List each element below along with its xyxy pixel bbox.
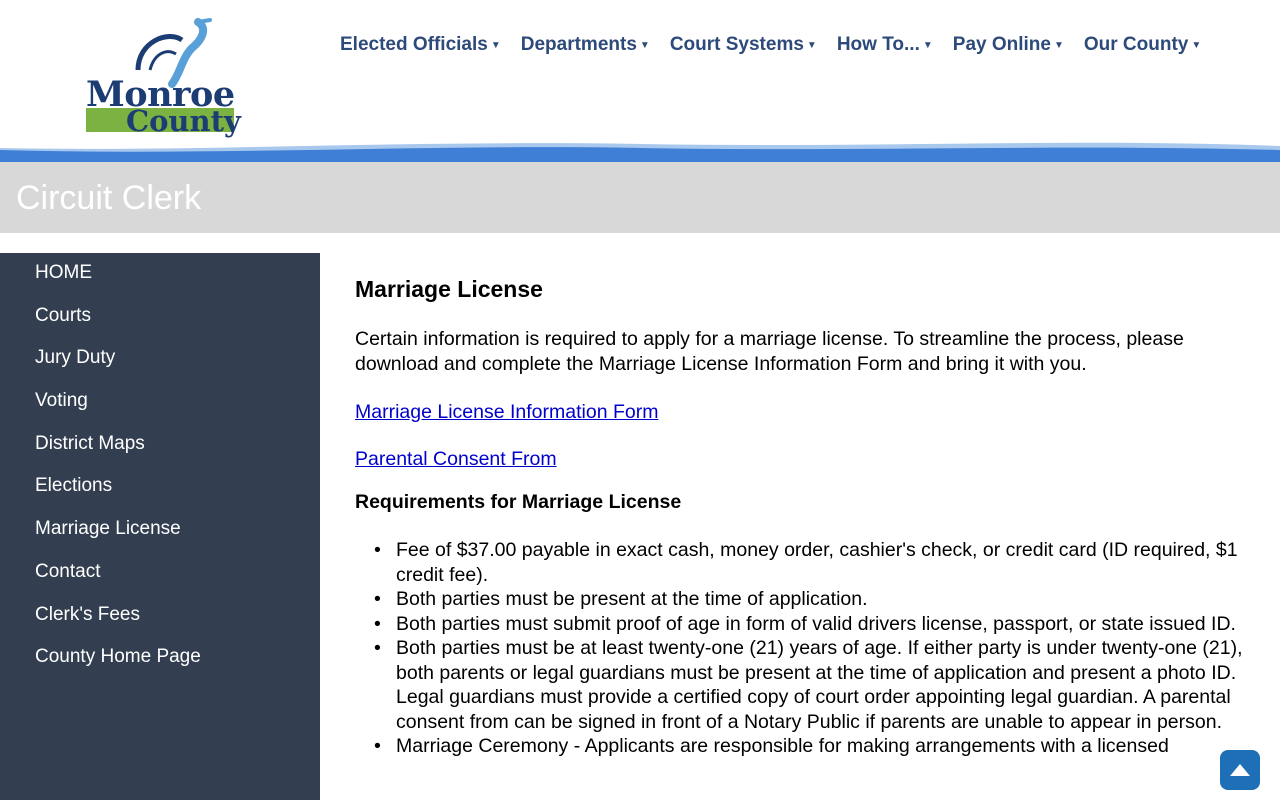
sidebar-item-marriage-license[interactable]: Marriage License <box>0 518 320 561</box>
main-content: Marriage License Certain information is … <box>355 276 1270 759</box>
nav-label: Elected Officials <box>340 34 488 55</box>
sidebar: HOME Courts Jury Duty Voting District Ma… <box>0 253 320 800</box>
nav-label: Departments <box>520 34 637 55</box>
sidebar-item-clerks-fees[interactable]: Clerk's Fees <box>0 604 320 647</box>
sidebar-item-voting[interactable]: Voting <box>0 390 320 433</box>
nav-departments[interactable]: Departments ▼ <box>521 34 650 56</box>
list-item: Fee of $37.00 payable in exact cash, mon… <box>374 538 1270 587</box>
list-item: Both parties must submit proof of age in… <box>374 612 1270 637</box>
nav-label: Our County <box>1083 34 1189 55</box>
caret-down-icon: ▼ <box>1053 39 1064 51</box>
caret-down-icon: ▼ <box>806 39 817 51</box>
nav-pay-online[interactable]: Pay Online ▼ <box>953 34 1064 56</box>
sidebar-item-jury-duty[interactable]: Jury Duty <box>0 347 320 390</box>
marriage-license-form-link[interactable]: Marriage License Information Form <box>355 401 658 424</box>
list-item: Both parties must be present at the time… <box>374 587 1270 612</box>
sidebar-item-district-maps[interactable]: District Maps <box>0 433 320 476</box>
nav-elected-officials[interactable]: Elected Officials ▼ <box>340 34 501 56</box>
arrow-up-icon <box>1230 764 1250 776</box>
caret-down-icon: ▼ <box>922 39 933 51</box>
parental-consent-link[interactable]: Parental Consent From <box>355 448 557 471</box>
list-item: Both parties must be at least twenty-one… <box>374 636 1270 734</box>
nav-our-county[interactable]: Our County ▼ <box>1084 34 1201 56</box>
header-wave <box>0 142 1280 162</box>
caret-down-icon: ▼ <box>490 39 501 51</box>
nav-label: How To... <box>836 34 920 55</box>
monroe-county-logo[interactable]: Monroe County <box>82 18 242 144</box>
sidebar-item-courts[interactable]: Courts <box>0 305 320 348</box>
nav-label: Court Systems <box>669 34 804 55</box>
scroll-to-top-button[interactable] <box>1220 750 1260 790</box>
sidebar-item-contact[interactable]: Contact <box>0 561 320 604</box>
sidebar-item-home[interactable]: HOME <box>0 262 320 305</box>
nav-label: Pay Online <box>952 34 1051 55</box>
site-header: Monroe County Elected Officials ▼ Departm… <box>0 0 1280 162</box>
page-title-bar: Circuit Clerk <box>0 162 1280 233</box>
content-heading: Marriage License <box>355 276 543 302</box>
sidebar-item-elections[interactable]: Elections <box>0 475 320 518</box>
intro-paragraph: Certain information is required to apply… <box>355 328 1184 375</box>
requirements-heading: Requirements for Marriage License <box>355 491 682 513</box>
sidebar-item-county-home-page[interactable]: County Home Page <box>0 646 320 689</box>
requirements-list: Fee of $37.00 payable in exact cash, mon… <box>355 538 1270 759</box>
page-title: Circuit Clerk <box>16 179 202 217</box>
list-item: Marriage Ceremony - Applicants are respo… <box>374 734 1270 759</box>
logo-text-county: County <box>126 104 241 138</box>
caret-down-icon: ▼ <box>1191 39 1202 51</box>
nav-how-to[interactable]: How To... ▼ <box>837 34 933 56</box>
nav-court-systems[interactable]: Court Systems ▼ <box>670 34 817 56</box>
caret-down-icon: ▼ <box>639 39 650 51</box>
main-nav: Elected Officials ▼ Departments ▼ Court Sy… <box>340 34 1221 56</box>
